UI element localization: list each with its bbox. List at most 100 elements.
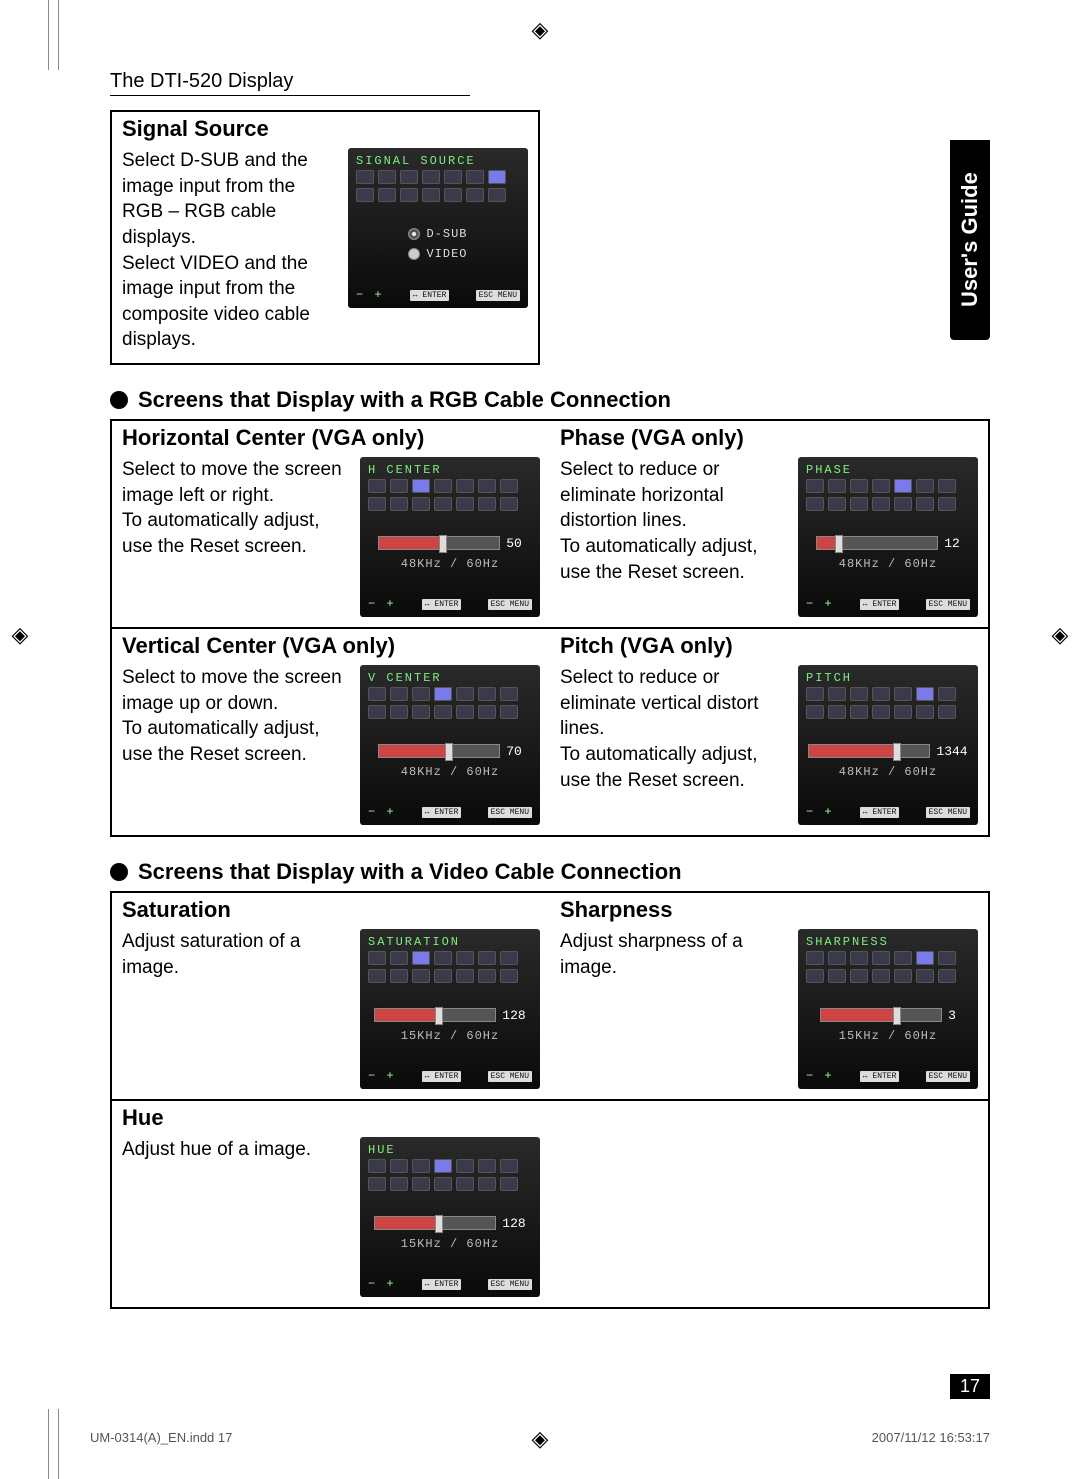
osd-minus-plus: − + bbox=[368, 1277, 396, 1291]
osd-value: 3 bbox=[948, 1008, 956, 1023]
manual-page: ◈ ◈ ◈ ◈ The DTI-520 Display User's Guide… bbox=[0, 0, 1080, 1479]
osd-value: 12 bbox=[944, 536, 960, 551]
signal-source-title: Signal Source bbox=[112, 112, 538, 146]
page-number-badge: 17 bbox=[950, 1374, 990, 1399]
print-footer: UM-0314(A)_EN.indd 17 2007/11/12 16:53:1… bbox=[90, 1430, 990, 1445]
crop-mark bbox=[58, 1409, 59, 1479]
section-rgb-text: Screens that Display with a RGB Cable Co… bbox=[138, 387, 671, 413]
hue-title: Hue bbox=[112, 1101, 550, 1135]
osd-freq: 48KHz / 60Hz bbox=[401, 765, 499, 779]
osd-esc-button: ESC MENU bbox=[488, 1071, 532, 1082]
osd-freq: 15KHz / 60Hz bbox=[401, 1029, 499, 1043]
osd-enter-button: ↔ ENTER bbox=[860, 807, 900, 818]
hcenter-desc: Select to move the screen image left or … bbox=[122, 457, 350, 560]
phase-title: Phase (VGA only) bbox=[550, 421, 988, 455]
osd-minus-plus: − + bbox=[368, 805, 396, 819]
osd-minus-plus: − + bbox=[356, 288, 384, 302]
osd-freq: 15KHz / 60Hz bbox=[401, 1237, 499, 1251]
footer-right: 2007/11/12 16:53:17 bbox=[872, 1430, 990, 1445]
crop-mark bbox=[48, 1409, 49, 1479]
footer-left: UM-0314(A)_EN.indd 17 bbox=[90, 1430, 232, 1445]
saturation-box: Saturation Adjust saturation of a image.… bbox=[110, 891, 550, 1099]
osd-enter-button: ↔ ENTER bbox=[860, 1071, 900, 1082]
osd-title: PHASE bbox=[806, 463, 970, 477]
osd-phase: PHASE 12 48KHz / 60Hz − + ↔ ENTER ESC ME… bbox=[798, 457, 978, 617]
page-header: The DTI-520 Display bbox=[110, 70, 470, 96]
registration-mark-icon: ◈ bbox=[5, 620, 35, 650]
osd-enter-button: ↔ ENTER bbox=[410, 290, 450, 301]
phase-desc: Select to reduce or eliminate horizontal… bbox=[560, 457, 788, 585]
crop-mark bbox=[58, 0, 59, 70]
osd-vcenter: V CENTER 70 48KHz / 60Hz − + ↔ ENTER ESC… bbox=[360, 665, 540, 825]
hue-desc: Adjust hue of a image. bbox=[122, 1137, 350, 1163]
osd-esc-button: ESC MENU bbox=[488, 599, 532, 610]
radio-icon bbox=[408, 248, 420, 260]
osd-esc-button: ESC MENU bbox=[926, 807, 970, 818]
side-tab-users-guide: User's Guide bbox=[950, 140, 990, 340]
osd-esc-button: ESC MENU bbox=[488, 807, 532, 818]
osd-enter-button: ↔ ENTER bbox=[422, 807, 462, 818]
osd-esc-button: ESC MENU bbox=[926, 1071, 970, 1082]
osd-title: HUE bbox=[368, 1143, 532, 1157]
osd-title: PITCH bbox=[806, 671, 970, 685]
osd-esc-button: ESC MENU bbox=[476, 290, 520, 301]
osd-signal-source: SIGNAL SOURCE D-SUB VIDEO − + ↔ ENTER ES… bbox=[348, 148, 528, 308]
sharpness-title: Sharpness bbox=[550, 893, 988, 927]
rgb-row-1: Horizontal Center (VGA only) Select to m… bbox=[110, 419, 990, 627]
empty-cell bbox=[550, 1099, 990, 1309]
radio-icon bbox=[408, 228, 420, 240]
osd-title: V CENTER bbox=[368, 671, 532, 685]
osd-hcenter: H CENTER 50 48KHz / 60Hz − + ↔ ENTER ESC… bbox=[360, 457, 540, 617]
osd-option-video: VIDEO bbox=[426, 247, 467, 261]
section-video-text: Screens that Display with a Video Cable … bbox=[138, 859, 682, 885]
osd-enter-button: ↔ ENTER bbox=[422, 599, 462, 610]
video-row-2: Hue Adjust hue of a image. HUE 128 15KHz… bbox=[110, 1099, 990, 1309]
saturation-title: Saturation bbox=[112, 893, 550, 927]
osd-option-dsub: D-SUB bbox=[426, 227, 467, 241]
osd-title: SATURATION bbox=[368, 935, 532, 949]
hue-box: Hue Adjust hue of a image. HUE 128 15KHz… bbox=[110, 1099, 550, 1309]
section-rgb-heading: Screens that Display with a RGB Cable Co… bbox=[110, 387, 990, 413]
phase-box: Phase (VGA only) Select to reduce or eli… bbox=[550, 419, 990, 627]
vcenter-box: Vertical Center (VGA only) Select to mov… bbox=[110, 627, 550, 837]
osd-minus-plus: − + bbox=[806, 805, 834, 819]
osd-value: 128 bbox=[502, 1008, 525, 1023]
osd-hue: HUE 128 15KHz / 60Hz − + ↔ ENTER ESC MEN… bbox=[360, 1137, 540, 1297]
vcenter-desc: Select to move the screen image up or do… bbox=[122, 665, 350, 768]
osd-enter-button: ↔ ENTER bbox=[422, 1279, 462, 1290]
rgb-row-2: Vertical Center (VGA only) Select to mov… bbox=[110, 627, 990, 837]
osd-minus-plus: − + bbox=[806, 1069, 834, 1083]
osd-title: SHARPNESS bbox=[806, 935, 970, 949]
osd-title: H CENTER bbox=[368, 463, 532, 477]
osd-pitch: PITCH 1344 48KHz / 60Hz − + ↔ ENTER ESC … bbox=[798, 665, 978, 825]
signal-source-box: Signal Source Select D-SUB and the image… bbox=[110, 110, 540, 365]
osd-esc-button: ESC MENU bbox=[488, 1279, 532, 1290]
vcenter-title: Vertical Center (VGA only) bbox=[112, 629, 550, 663]
osd-value: 70 bbox=[506, 744, 522, 759]
osd-freq: 48KHz / 60Hz bbox=[839, 557, 937, 571]
pitch-box: Pitch (VGA only) Select to reduce or eli… bbox=[550, 627, 990, 837]
registration-mark-icon: ◈ bbox=[1045, 620, 1075, 650]
signal-source-desc: Select D-SUB and the image input from th… bbox=[122, 148, 338, 353]
osd-esc-button: ESC MENU bbox=[926, 599, 970, 610]
hcenter-box: Horizontal Center (VGA only) Select to m… bbox=[110, 419, 550, 627]
osd-minus-plus: − + bbox=[368, 597, 396, 611]
osd-freq: 48KHz / 60Hz bbox=[401, 557, 499, 571]
osd-saturation: SATURATION 128 15KHz / 60Hz − + ↔ ENTER … bbox=[360, 929, 540, 1089]
crop-mark bbox=[48, 0, 49, 70]
saturation-desc: Adjust saturation of a image. bbox=[122, 929, 350, 980]
osd-value: 1344 bbox=[936, 744, 967, 759]
osd-freq: 15KHz / 60Hz bbox=[839, 1029, 937, 1043]
osd-minus-plus: − + bbox=[806, 597, 834, 611]
hcenter-title: Horizontal Center (VGA only) bbox=[112, 421, 550, 455]
osd-sharpness: SHARPNESS 3 15KHz / 60Hz − + ↔ ENTER ESC… bbox=[798, 929, 978, 1089]
osd-enter-button: ↔ ENTER bbox=[422, 1071, 462, 1082]
osd-title: SIGNAL SOURCE bbox=[356, 154, 520, 168]
osd-freq: 48KHz / 60Hz bbox=[839, 765, 937, 779]
sharpness-box: Sharpness Adjust sharpness of a image. S… bbox=[550, 891, 990, 1099]
osd-minus-plus: − + bbox=[368, 1069, 396, 1083]
section-video-heading: Screens that Display with a Video Cable … bbox=[110, 859, 990, 885]
sharpness-desc: Adjust sharpness of a image. bbox=[560, 929, 788, 980]
osd-enter-button: ↔ ENTER bbox=[860, 599, 900, 610]
osd-value: 50 bbox=[506, 536, 522, 551]
